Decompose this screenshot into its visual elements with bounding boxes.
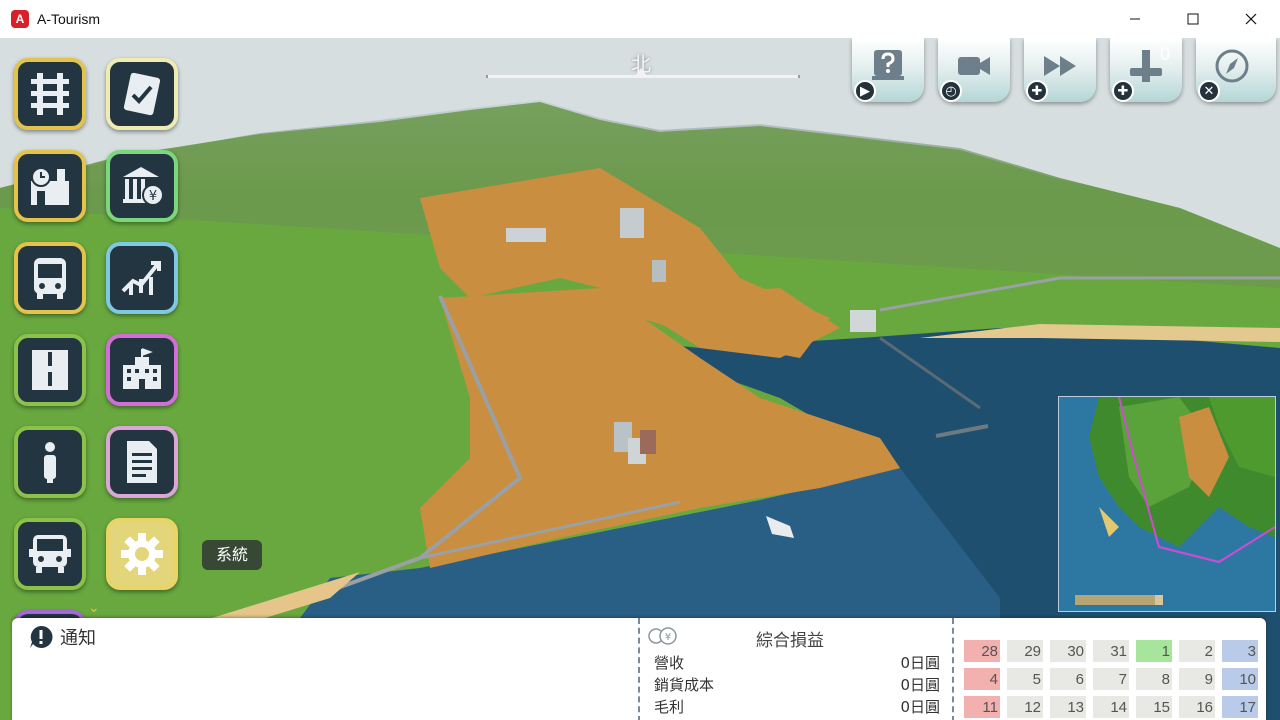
tasks-button[interactable] (106, 58, 178, 130)
yen-coin-icon: ¥ (648, 627, 677, 645)
x-icon: ✕ (1198, 80, 1220, 102)
signal-button[interactable]: 0 ✚ (1110, 38, 1182, 102)
calendar-day[interactable]: 10 (1222, 668, 1258, 690)
pnl-label: 銷貨成本 (654, 676, 715, 694)
pnl-row: 銷貨成本 0日圓 (654, 674, 940, 695)
stock-chart-icon (121, 261, 161, 295)
pnl-row: 毛利 0日圓 (654, 696, 940, 717)
bus-icon (34, 258, 66, 299)
railway-track-button[interactable] (14, 58, 86, 130)
calendar-day[interactable]: 1 (1136, 640, 1172, 662)
calendar-day[interactable]: 13 (1050, 696, 1086, 718)
building-icon (123, 348, 161, 389)
calendar-day[interactable]: 30 (1050, 640, 1086, 662)
minimap-view (1075, 397, 1275, 605)
help-button[interactable]: ▶ (852, 38, 924, 102)
calendar-day[interactable]: 5 (1007, 668, 1043, 690)
pnl-value: 0日圓 (900, 698, 940, 716)
bus-button[interactable] (14, 242, 86, 314)
calendar-day[interactable]: 28 (964, 640, 1000, 662)
speed-button[interactable]: ✚ (1024, 38, 1096, 102)
pnl-value: 0日圓 (900, 654, 940, 672)
fast-forward-icon (1044, 56, 1076, 76)
svg-text:¥: ¥ (665, 632, 671, 643)
compass-bar: 北 (484, 46, 800, 86)
checklist-icon (123, 72, 161, 116)
calendar-day[interactable]: 7 (1093, 668, 1129, 690)
clock-icon: ◴ (940, 80, 962, 102)
pnl-row: 營收 0日圓 (654, 652, 940, 673)
railway-track-icon (31, 73, 69, 115)
info-icon (44, 442, 56, 483)
notification-title: 通知 (60, 628, 96, 649)
calendar-day[interactable]: 9 (1179, 668, 1215, 690)
maximize-button[interactable] (1164, 0, 1222, 38)
road-icon (32, 350, 68, 390)
camera-button[interactable]: ◴ (938, 38, 1010, 102)
system-button[interactable] (106, 518, 178, 590)
calendar-day[interactable]: 11 (964, 696, 1000, 718)
bank-button[interactable]: ¥ (106, 150, 178, 222)
calendar-day[interactable]: 14 (1093, 696, 1129, 718)
maximize-icon (1187, 13, 1199, 25)
compass-icon (1215, 49, 1249, 83)
compass-button[interactable]: ✕ (1196, 38, 1276, 102)
calendar-day[interactable]: 31 (1093, 640, 1129, 662)
calendar-day[interactable]: 6 (1050, 668, 1086, 690)
minimize-button[interactable] (1106, 0, 1164, 38)
plus-icon: ✚ (1026, 80, 1048, 102)
reports-button[interactable] (106, 426, 178, 498)
system-tooltip: 系統 (202, 540, 263, 570)
game-viewport[interactable]: 北 ▶ ◴ ✚ 0 ✚ ✕ ⌄ ¥ 系統 通知 ¥ 綜合損益 營收 0日圓 銷貨… (0, 38, 1280, 720)
question-book-icon (872, 50, 904, 80)
plus-icon: ✚ (1112, 80, 1134, 102)
calendar-day[interactable]: 15 (1136, 696, 1172, 718)
document-icon (127, 441, 157, 483)
notification-header: 通知 (28, 624, 96, 650)
info-button[interactable] (14, 426, 86, 498)
pnl-value: 0日圓 (900, 676, 940, 694)
truck-icon (29, 535, 71, 573)
minimize-icon (1130, 18, 1140, 20)
calendar-day[interactable]: 12 (1007, 696, 1043, 718)
buildings-button[interactable] (106, 334, 178, 406)
panel-divider (638, 618, 640, 720)
chevron-down-icon[interactable]: ⌄ (88, 600, 100, 616)
bank-yen-icon: ¥ (123, 167, 164, 206)
truck-button[interactable] (14, 518, 86, 590)
window-title: A-Tourism (37, 11, 101, 27)
close-button[interactable] (1222, 0, 1280, 38)
pnl-label: 毛利 (654, 698, 685, 716)
calendar-day[interactable]: 2 (1179, 640, 1215, 662)
signal-icon (1130, 50, 1162, 82)
alert-icon (30, 625, 53, 648)
road-button[interactable] (14, 334, 86, 406)
window-titlebar: A A-Tourism (0, 0, 1280, 38)
calendar-day[interactable]: 8 (1136, 668, 1172, 690)
stocks-button[interactable] (106, 242, 178, 314)
compass-heading-marker (635, 68, 647, 76)
calendar-day[interactable]: 17 (1222, 696, 1258, 718)
pnl-title: 綜合損益 (756, 631, 824, 651)
video-camera-icon (958, 57, 990, 75)
calendar-day[interactable]: 16 (1179, 696, 1215, 718)
calendar-day[interactable]: 4 (964, 668, 1000, 690)
panel-divider (952, 618, 954, 720)
play-icon: ▶ (854, 80, 876, 102)
signal-count: 0 (1160, 44, 1171, 64)
calendar-day[interactable]: 3 (1222, 640, 1258, 662)
gear-icon (121, 533, 163, 575)
svg-text:¥: ¥ (149, 189, 157, 204)
app-icon: A (11, 10, 29, 28)
station-clock-icon (31, 167, 69, 205)
calendar-day[interactable]: 29 (1007, 640, 1043, 662)
pnl-label: 營收 (654, 654, 685, 672)
close-icon (1245, 13, 1257, 25)
bottom-panel: 通知 ¥ 綜合損益 營收 0日圓 銷貨成本 0日圓 毛利 0日圓 28 29 30 3… (12, 618, 1266, 720)
station-button[interactable] (14, 150, 86, 222)
minimap[interactable] (1058, 396, 1276, 612)
